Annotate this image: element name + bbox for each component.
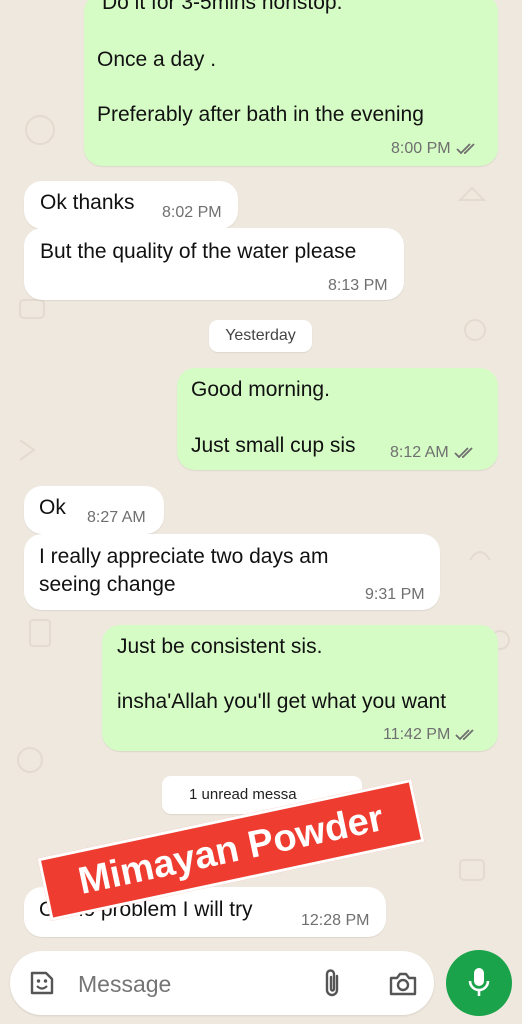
message-bubble-incoming[interactable]: I really appreciate two days am seeing c… — [24, 534, 440, 610]
message-text: seeing change — [39, 573, 176, 596]
message-text: Ok — [39, 496, 66, 519]
message-time: 8:27 AM — [87, 509, 146, 526]
message-bubble-incoming[interactable]: Ok 8:27 AM — [24, 486, 164, 534]
read-ticks-icon — [454, 447, 473, 459]
message-time: 12:28 PM — [301, 912, 370, 929]
message-time: 8:12 AM — [390, 444, 449, 461]
attach-icon[interactable] — [322, 968, 344, 998]
message-time: 8:02 PM — [162, 204, 222, 221]
message-text: Once a day . — [97, 48, 217, 71]
sticker-icon[interactable] — [28, 969, 56, 997]
message-text: Good morning. — [191, 378, 330, 401]
message-text: Just small cup sis — [191, 434, 356, 457]
message-time: 8:00 PM — [391, 140, 451, 157]
message-bubble-outgoing[interactable]: Do it for 3-5mins nonstop. Once a day . … — [84, 0, 498, 166]
message-time: 11:42 PM — [383, 726, 451, 743]
message-bubble-incoming[interactable]: Ok thanks 8:02 PM — [24, 181, 238, 229]
message-bubble-outgoing[interactable]: Just be consistent sis. insha'Allah you'… — [102, 625, 498, 751]
message-time: 8:13 PM — [328, 277, 388, 294]
message-text: Ok thanks — [40, 191, 135, 214]
message-text: But the quality of the water please — [40, 240, 357, 263]
read-ticks-icon — [455, 143, 475, 155]
message-bubble-incoming[interactable]: But the quality of the water please 8:13… — [24, 228, 404, 300]
message-meta: 8:00 PM — [391, 140, 480, 158]
message-text: insha'Allah you'll get what you want — [117, 690, 447, 713]
read-ticks-icon — [455, 729, 474, 741]
voice-record-button[interactable] — [446, 950, 512, 1016]
message-text: Preferably after bath in the evening — [97, 103, 424, 126]
message-text: I really appreciate two days am — [39, 545, 329, 568]
message-meta: 8:12 AM — [390, 444, 478, 462]
message-time: 9:31 PM — [365, 586, 425, 603]
message-text: Just be consistent sis. — [117, 635, 323, 658]
message-input[interactable] — [76, 965, 300, 1003]
mic-icon — [468, 968, 490, 996]
message-bubble-outgoing[interactable]: Good morning. Just small cup sis 8:12 AM — [177, 368, 498, 470]
message-meta: 11:42 PM — [383, 726, 479, 744]
date-divider: Yesterday — [209, 320, 312, 352]
message-text: Do it for 3-5mins nonstop. — [102, 0, 343, 14]
message-composer[interactable] — [10, 951, 434, 1015]
camera-icon[interactable] — [388, 971, 418, 997]
